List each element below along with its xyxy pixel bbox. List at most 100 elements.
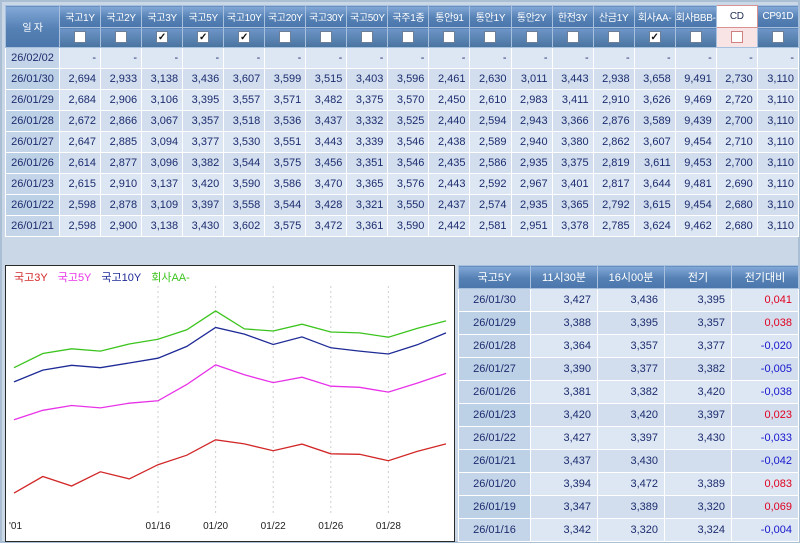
detail-prev-cell: 3,324	[664, 518, 732, 542]
column-header-2[interactable]: 국고3Y	[141, 5, 184, 28]
rates-row-2[interactable]: 26/01/29 2,684 2,906 3,106 3,395 3,557 3,571 3,…	[5, 89, 800, 111]
column-checkbox-0[interactable]	[74, 31, 87, 44]
rate-value-cell: 3,544	[264, 194, 307, 216]
column-checkbox-cell-7	[346, 27, 389, 48]
rate-value-cell: 2,589	[469, 131, 512, 153]
column-checkbox-14[interactable]: ✓	[648, 31, 661, 44]
rate-value-cell: 3,536	[264, 110, 307, 132]
rate-value-cell: 2,672	[58, 110, 102, 132]
column-header-11[interactable]: 통안2Y	[510, 5, 553, 28]
detail-row-2[interactable]: 26/01/28 3,364 3,357 3,377 -0,020	[458, 334, 799, 358]
rates-row-1[interactable]: 26/01/30 2,694 2,933 3,138 3,436 3,607 3,599 3,…	[5, 68, 800, 90]
rate-value-cell: 3,590	[223, 173, 266, 195]
svg-text:'01: '01	[9, 521, 22, 532]
column-header-4[interactable]: 국고10Y	[223, 5, 266, 28]
rate-value-cell: 9,481	[674, 173, 717, 195]
column-checkbox-10[interactable]	[484, 31, 497, 44]
detail-row-6[interactable]: 26/01/22 3,427 3,397 3,430 -0,033	[458, 426, 799, 450]
column-header-8[interactable]: 국주1종	[387, 5, 430, 28]
rate-value-cell: 3,380	[551, 131, 594, 153]
column-header-7[interactable]: 국고50Y	[346, 5, 389, 28]
column-header-3[interactable]: 국고5Y	[182, 5, 225, 28]
column-header-6[interactable]: 국고30Y	[305, 5, 348, 28]
column-checkbox-cell-2: ✓	[141, 27, 184, 48]
column-checkbox-15[interactable]	[689, 31, 702, 44]
column-checkbox-7[interactable]	[361, 31, 374, 44]
rate-value-cell: 3,596	[387, 68, 430, 90]
column-header-5[interactable]: 국고20Y	[264, 5, 307, 28]
rates-date-cell: 26/01/21	[5, 215, 60, 237]
detail-row-8[interactable]: 26/01/20 3,394 3,472 3,389 0,083	[458, 472, 799, 496]
detail-1600-cell: 3,436	[597, 288, 665, 312]
column-checkbox-13[interactable]	[607, 31, 620, 44]
rate-value-cell: 3,137	[141, 173, 184, 195]
rate-value-cell: 3,607	[633, 131, 676, 153]
rate-value-cell: 3,361	[346, 215, 389, 237]
rates-table: 일 자 국고1Y 국고2Y 국고3Y 국고5Y 국고10Y 국고20Y 국고30Y 국고50Y 국…	[5, 5, 800, 237]
column-header-12[interactable]: 한전3Y	[551, 5, 594, 28]
column-header-0[interactable]: 국고1Y	[58, 5, 102, 28]
rate-value-cell: 3,138	[141, 215, 184, 237]
detail-row-7[interactable]: 26/01/21 3,437 3,430 -0,042	[458, 449, 799, 473]
rate-value-cell: 3,011	[510, 68, 553, 90]
chart-svg: '01 01/16 01/20 01/22 01/26 01/28	[9, 286, 447, 532]
column-checkbox-5[interactable]	[279, 31, 292, 44]
rates-row-6[interactable]: 26/01/23 2,615 2,910 3,137 3,420 3,590 3,586 3,…	[5, 173, 800, 195]
rate-value-cell: 3,570	[387, 89, 430, 111]
rate-value-cell: -	[674, 47, 717, 69]
detail-diff-cell: 0,041	[731, 288, 799, 312]
column-checkbox-12[interactable]	[566, 31, 579, 44]
detail-row-4[interactable]: 26/01/26 3,381 3,382 3,420 -0,038	[458, 380, 799, 404]
rate-value-cell: 2,885	[100, 131, 143, 153]
rate-value-cell: 3,110	[756, 152, 800, 174]
detail-header-row: 국고5Y 11시30분 16시00분 전기 전기대비	[458, 265, 799, 289]
rate-value-cell: 3,375	[551, 152, 594, 174]
detail-row-3[interactable]: 26/01/27 3,390 3,377 3,382 -0,005	[458, 357, 799, 381]
detail-1130-cell: 3,394	[530, 472, 598, 496]
detail-1130-cell: 3,347	[530, 495, 598, 519]
rates-row-8[interactable]: 26/01/21 2,598 2,900 3,138 3,430 3,602 3,575 3,…	[5, 215, 800, 237]
detail-1130-cell: 3,427	[530, 426, 598, 450]
column-checkbox-2[interactable]: ✓	[156, 31, 169, 44]
column-header-17[interactable]: CP91D	[756, 5, 800, 28]
detail-table: 국고5Y 11시30분 16시00분 전기 전기대비 26/01/30 3,427 3,43…	[458, 265, 799, 542]
detail-row-9[interactable]: 26/01/19 3,347 3,389 3,320 0,069	[458, 495, 799, 519]
detail-1600-cell: 3,397	[597, 426, 665, 450]
column-checkbox-cell-0	[58, 27, 102, 48]
detail-date-cell: 26/01/22	[458, 426, 531, 450]
rate-value-cell: 2,435	[428, 152, 471, 174]
column-checkbox-9[interactable]	[443, 31, 456, 44]
column-header-15[interactable]: 회사BBB-	[674, 5, 717, 28]
rates-row-4[interactable]: 26/01/27 2,647 2,885 3,094 3,377 3,530 3,551 3,…	[5, 131, 800, 153]
column-checkbox-3[interactable]: ✓	[197, 31, 210, 44]
rate-value-cell: 3,357	[182, 110, 225, 132]
column-header-9[interactable]: 통안91	[428, 5, 471, 28]
detail-row-1[interactable]: 26/01/29 3,388 3,395 3,357 0,038	[458, 311, 799, 335]
rate-value-cell: 2,438	[428, 131, 471, 153]
column-header-14[interactable]: 회사AA-	[633, 5, 676, 28]
rates-row-5[interactable]: 26/01/26 2,614 2,877 3,096 3,382 3,544 3,575 3,…	[5, 152, 800, 174]
rates-row-3[interactable]: 26/01/28 2,672 2,866 3,067 3,357 3,518 3,536 3,…	[5, 110, 800, 132]
rate-value-cell: -	[346, 47, 389, 69]
rates-row-0[interactable]: 26/02/02- - - - - - - - - - - - - - - - - -	[5, 47, 800, 69]
column-checkbox-16[interactable]	[730, 31, 743, 44]
detail-row-5[interactable]: 26/01/23 3,420 3,420 3,397 0,023	[458, 403, 799, 427]
column-header-10[interactable]: 통안1Y	[469, 5, 512, 28]
column-checkbox-11[interactable]	[525, 31, 538, 44]
column-checkbox-6[interactable]	[320, 31, 333, 44]
detail-1130-cell: 3,364	[530, 334, 598, 358]
column-checkbox-4[interactable]: ✓	[238, 31, 251, 44]
column-checkbox-1[interactable]	[115, 31, 128, 44]
detail-date-cell: 26/01/19	[458, 495, 531, 519]
rates-row-7[interactable]: 26/01/22 2,598 2,878 3,109 3,397 3,558 3,544 3,…	[5, 194, 800, 216]
rate-value-cell: 3,658	[633, 68, 676, 90]
rate-value-cell: 2,614	[58, 152, 102, 174]
column-checkbox-8[interactable]	[402, 31, 415, 44]
column-checkbox-17[interactable]	[771, 31, 784, 44]
detail-row-10[interactable]: 26/01/16 3,342 3,320 3,324 -0,004	[458, 518, 799, 542]
rate-value-cell: 3,375	[346, 89, 389, 111]
column-header-13[interactable]: 산금1Y	[592, 5, 635, 28]
detail-row-0[interactable]: 26/01/30 3,427 3,436 3,395 0,041	[458, 288, 799, 312]
column-header-1[interactable]: 국고2Y	[100, 5, 143, 28]
column-header-16[interactable]: CD	[715, 5, 758, 28]
